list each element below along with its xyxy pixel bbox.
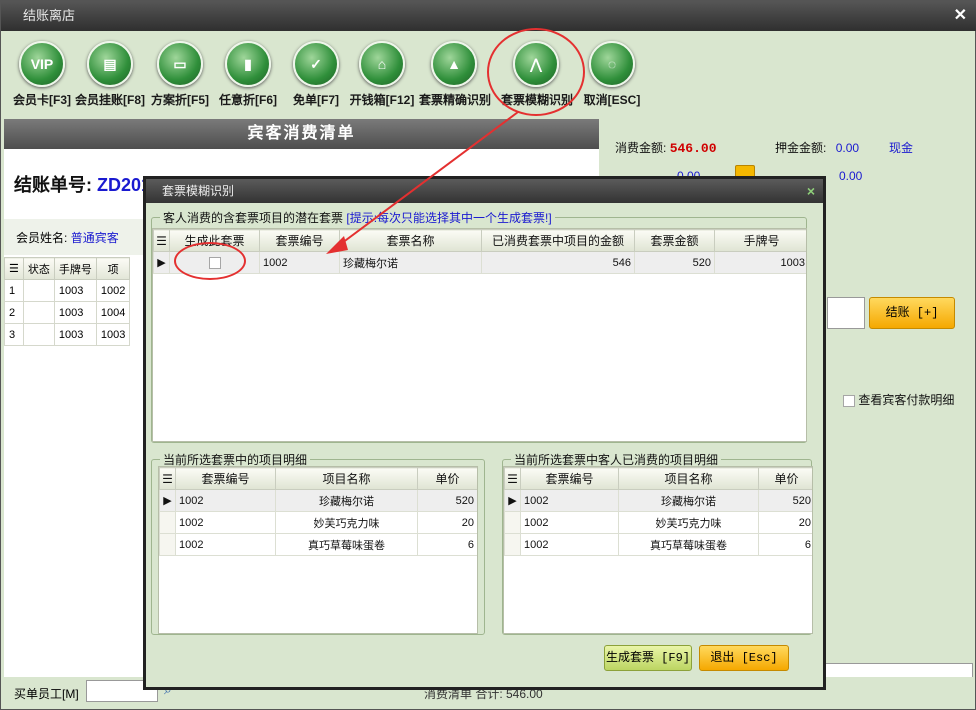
annotation-arrow — [326, 111, 519, 254]
